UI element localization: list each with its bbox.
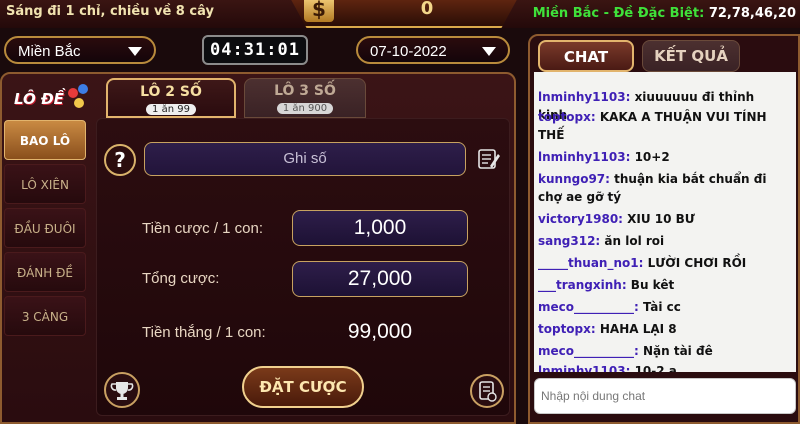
chat-input[interactable]: Nhập nội dung chat xyxy=(534,378,796,414)
chat-username: lnminhy1103: xyxy=(538,90,631,104)
tab-ket-qua[interactable]: KẾT QUẢ xyxy=(642,40,740,72)
date-select-value: 07-10-2022 xyxy=(370,43,447,60)
chat-username: toptopx: xyxy=(538,110,596,124)
chat-text: LƯỜI CHƠI RỒI xyxy=(643,256,747,270)
chat-username: toptopx: xyxy=(538,322,596,336)
sidebar-item-dau-duoi[interactable]: ĐẦU ĐUÔI xyxy=(4,208,86,248)
chat-text: Nặn tài đê xyxy=(638,344,713,358)
result-ticker: Miền Bắc - Đề Đặc Biệt: 72,78,46,20 xyxy=(533,6,796,21)
tab-chat[interactable]: CHAT xyxy=(538,40,634,72)
logo-text: LÔ ĐỀ xyxy=(14,90,64,108)
chat-messages: lnminhy1103: xiuuuuuu đi thỉnh kinh topt… xyxy=(534,72,796,372)
place-bet-button[interactable]: ĐẶT CƯỢC xyxy=(242,366,364,408)
result-numbers: 72,78,46,20 xyxy=(708,6,796,21)
chat-message: victory1980: XIU 10 BƯ xyxy=(538,210,784,228)
tab-title: LÔ 3 SỐ xyxy=(274,83,336,99)
note-number-field[interactable]: Ghi số xyxy=(144,142,466,176)
dollar-icon: $ xyxy=(304,0,334,22)
chat-username: lnminhy1103: xyxy=(538,150,631,164)
chat-text: Bu kêt xyxy=(626,278,675,292)
chat-text: XIU 10 BƯ xyxy=(622,212,695,226)
chat-text: 10-2 ạ xyxy=(630,364,677,372)
chat-text: 10+2 xyxy=(630,150,670,164)
chat-username: ___trangxinh: xyxy=(538,278,627,292)
trophy-button[interactable] xyxy=(104,372,140,408)
bet-type-sidebar: BAO LÔ LÔ XIÊN ĐẦU ĐUÔI ĐÁNH ĐỀ 3 CÀNG xyxy=(2,120,92,340)
countdown-timer: 04:31:01 xyxy=(202,35,308,65)
chevron-down-icon xyxy=(482,47,496,56)
chevron-down-icon xyxy=(128,47,142,56)
bet-per-input[interactable]: 1,000 xyxy=(292,210,468,246)
chat-username: lnminhy1103: xyxy=(538,364,631,372)
ticker-message: Sáng đi 1 chỉ, chiều về 8 cây xyxy=(6,4,214,19)
chat-message: ___trangxinh: Bu kêt xyxy=(538,276,784,294)
chat-message: sang312: ăn lol roi xyxy=(538,232,784,250)
chat-message: kunngo97: thuận kia bắt chuẩn đi chợ ae … xyxy=(538,170,784,206)
chat-message: lnminhy1103: 10+2 xyxy=(538,148,784,166)
chat-message: meco__________: Tài cc xyxy=(538,298,784,316)
chat-username: sang312: xyxy=(538,234,601,248)
bet-per-label: Tiền cược / 1 con: xyxy=(142,220,264,237)
date-select[interactable]: 07-10-2022 xyxy=(356,36,510,64)
logo-ball-icon xyxy=(68,88,78,98)
chat-message: lnminhy1103: 10-2 ạ xyxy=(538,362,784,372)
history-button[interactable] xyxy=(470,374,504,408)
tab-odds: 1 ăn 900 xyxy=(276,103,334,114)
chat-username: kunngo97: xyxy=(538,172,610,186)
chat-text: HAHA LẠI 8 xyxy=(595,322,677,336)
logo-ball-icon xyxy=(78,84,88,94)
tab-lo-2-so[interactable]: LÔ 2 SỐ 1 ăn 99 xyxy=(106,78,236,118)
tab-lo-3-so[interactable]: LÔ 3 SỐ 1 ăn 900 xyxy=(244,78,366,118)
jackpot-panel: $ 0 xyxy=(288,0,520,28)
edit-notes-icon[interactable] xyxy=(478,148,500,170)
help-button[interactable]: ? xyxy=(104,144,136,176)
tab-odds: 1 ăn 99 xyxy=(146,104,196,115)
win-per-label: Tiền thắng / 1 con: xyxy=(142,324,266,341)
region-select[interactable]: Miền Bắc xyxy=(4,36,156,64)
chat-username: _____thuan_no1: xyxy=(538,256,644,270)
lode-logo: LÔ ĐỀ xyxy=(8,82,88,114)
chat-message: _____thuan_no1: LƯỜI CHƠI RỒI xyxy=(538,254,784,272)
win-per-value: 99,000 xyxy=(347,320,413,343)
jackpot-amount: 0 xyxy=(420,0,434,19)
sidebar-item-lo-xien[interactable]: LÔ XIÊN xyxy=(4,164,86,204)
total-bet-value: 27,000 xyxy=(292,261,468,297)
chat-text: ăn lol roi xyxy=(600,234,665,248)
chat-text: Tài cc xyxy=(638,300,681,314)
sidebar-item-danh-de[interactable]: ĐÁNH ĐỀ xyxy=(4,252,86,292)
chat-username: meco__________: xyxy=(538,344,639,358)
chat-message: toptopx: HAHA LẠI 8 xyxy=(538,320,784,338)
chat-message: meco__________: Nặn tài đê xyxy=(538,342,784,360)
chat-username: meco__________: xyxy=(538,300,639,314)
region-select-value: Miền Bắc xyxy=(18,43,81,60)
total-bet-label: Tổng cược: xyxy=(142,270,220,287)
result-region: Miền Bắc - Đề Đặc Biệt: xyxy=(532,6,705,21)
history-icon xyxy=(479,381,497,402)
sidebar-item-3-cang[interactable]: 3 CÀNG xyxy=(4,296,86,336)
tab-title: LÔ 2 SỐ xyxy=(140,84,202,100)
trophy-icon xyxy=(110,382,134,400)
chat-username: victory1980: xyxy=(538,212,623,226)
logo-ball-icon xyxy=(74,98,84,108)
chat-message: toptopx: KAKA A THUẬN VUI TÍNH THẾ xyxy=(538,108,784,144)
sidebar-item-bao-lo[interactable]: BAO LÔ xyxy=(4,120,86,160)
